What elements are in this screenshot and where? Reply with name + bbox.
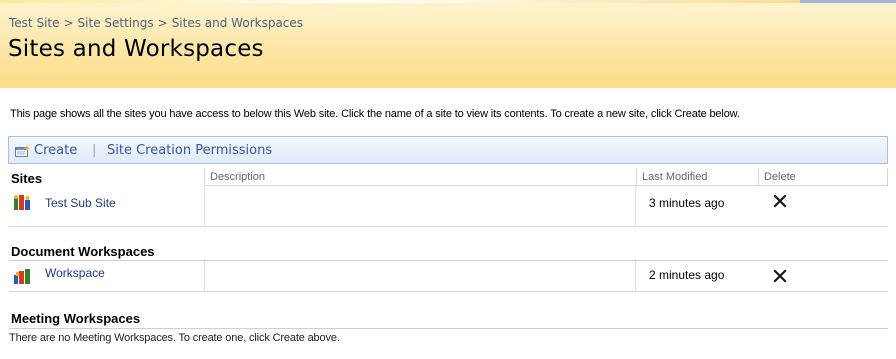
- column-header-last-modified[interactable]: Last Modified: [636, 168, 758, 186]
- delete-icon[interactable]: [773, 269, 787, 283]
- column-header-delete: Delete: [758, 168, 888, 186]
- header-top-line-accent: [800, 0, 896, 3]
- section-heading-meeting-workspaces: Meeting Workspaces: [11, 311, 141, 326]
- header-top-line: [0, 0, 896, 3]
- breadcrumb-item-current: Sites and Workspaces: [171, 16, 304, 30]
- description-cell: [204, 186, 636, 226]
- breadcrumb-separator: >: [157, 16, 168, 30]
- empty-message: There are no Meeting Workspaces. To crea…: [9, 332, 340, 344]
- table-row: Test Sub Site 3 minutes ago: [9, 186, 888, 227]
- breadcrumb-item-test-site[interactable]: Test Site: [9, 16, 59, 30]
- column-header-description[interactable]: Description: [204, 168, 636, 186]
- delete-icon[interactable]: [773, 194, 787, 208]
- create-button[interactable]: Create: [34, 143, 77, 158]
- last-modified-value: 3 minutes ago: [649, 196, 725, 210]
- page-title: Sites and Workspaces: [8, 36, 264, 62]
- toolbar: Create | Site Creation Permissions: [8, 136, 888, 164]
- create-icon[interactable]: [15, 145, 31, 157]
- toolbar-divider: |: [92, 143, 97, 158]
- section-heading-sites: Sites: [11, 171, 43, 186]
- document-workspace-icon: [14, 269, 30, 284]
- site-creation-permissions-link[interactable]: Site Creation Permissions: [107, 143, 272, 158]
- page-description: This page shows all the sites you have a…: [10, 108, 740, 120]
- workspace-link[interactable]: Workspace: [45, 266, 105, 280]
- section-heading-document-workspaces: Document Workspaces: [11, 244, 155, 259]
- table-row: Workspace 2 minutes ago: [9, 261, 888, 292]
- breadcrumb-separator: >: [63, 16, 74, 30]
- breadcrumb: Test Site > Site Settings > Sites and Worksp…: [9, 16, 303, 30]
- section-divider: [9, 328, 888, 329]
- site-link-test-sub-site[interactable]: Test Sub Site: [45, 196, 116, 210]
- breadcrumb-item-site-settings[interactable]: Site Settings: [78, 16, 154, 30]
- description-cell: [204, 261, 636, 291]
- last-modified-value: 2 minutes ago: [649, 268, 725, 282]
- page-header: Test Site > Site Settings > Sites and Worksp…: [0, 0, 896, 88]
- site-icon: [14, 195, 30, 210]
